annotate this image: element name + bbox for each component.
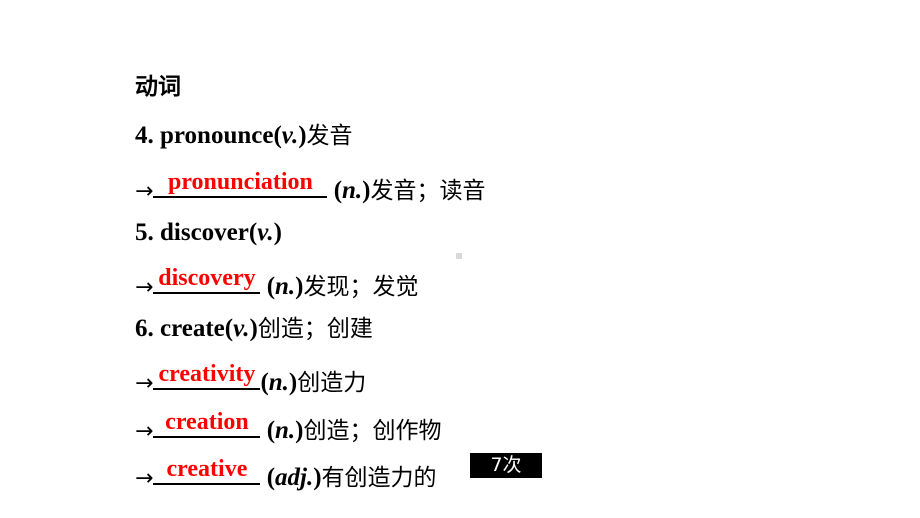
derivative-pos: n. [342, 177, 363, 204]
decorative-dot [456, 253, 462, 259]
entry-word: pronounce [160, 122, 274, 149]
derivative-meaning: 创造力 [297, 370, 367, 396]
answer-blank: creative [153, 456, 261, 485]
answer-blank: creation [153, 409, 261, 438]
answer-text: creativity [158, 361, 256, 387]
entry-pos: v. [281, 122, 299, 149]
arrow-icon: → [135, 466, 154, 491]
arrow-icon: → [135, 371, 154, 396]
answer-text: pronunciation [167, 169, 313, 195]
derivative-meaning: 有创造力的 [321, 465, 437, 491]
derivative-meaning: 发音；读音 [370, 178, 486, 204]
entry-word: create [160, 315, 225, 342]
derivative-meaning: 发现；发觉 [303, 274, 419, 300]
derivative-discovery: → discovery (n.)发现；发觉 [135, 265, 419, 300]
entry-meaning: 发音 [306, 123, 353, 149]
entry-pos: v. [233, 315, 250, 342]
answer-blank: discovery [153, 265, 261, 294]
word-entry-create: 6. create(v.)创造；创建 [135, 315, 373, 342]
entry-number: 4. [135, 122, 154, 149]
arrow-icon: → [135, 179, 154, 204]
word-entry-discover: 5. discover(v.) [135, 219, 282, 246]
derivative-pos: n. [275, 417, 296, 444]
section-title: 动词 [135, 72, 181, 102]
derivative-creativity: → creativity (n.)创造力 [135, 361, 367, 396]
derivative-pos: adj. [275, 464, 314, 491]
derivative-creative: → creative (adj.)有创造力的 [135, 456, 437, 491]
derivative-pronunciation: → pronunciation (n.)发音；读音 [135, 169, 486, 204]
answer-text: creative [166, 456, 248, 482]
entry-meaning: 创造；创建 [257, 316, 373, 342]
derivative-pos: n. [275, 273, 296, 300]
answer-text: discovery [158, 265, 256, 291]
answer-blank: creativity [153, 361, 261, 390]
answer-blank: pronunciation [153, 169, 328, 198]
entry-number: 6. [135, 315, 154, 342]
frequency-badge: 7次 [470, 453, 542, 478]
section-title-text: 动词 [135, 74, 181, 100]
derivative-meaning: 创造；创作物 [303, 418, 442, 444]
arrow-icon: → [135, 419, 154, 444]
answer-text: creation [165, 409, 249, 435]
entry-number: 5. [135, 219, 154, 246]
arrow-icon: → [135, 275, 154, 300]
word-entry-pronounce: 4. pronounce(v.)发音 [135, 122, 353, 149]
entry-pos: v. [257, 219, 274, 246]
derivative-pos: n. [268, 369, 289, 396]
derivative-creation: → creation (n.)创造；创作物 [135, 409, 442, 444]
entry-word: discover [160, 219, 249, 246]
